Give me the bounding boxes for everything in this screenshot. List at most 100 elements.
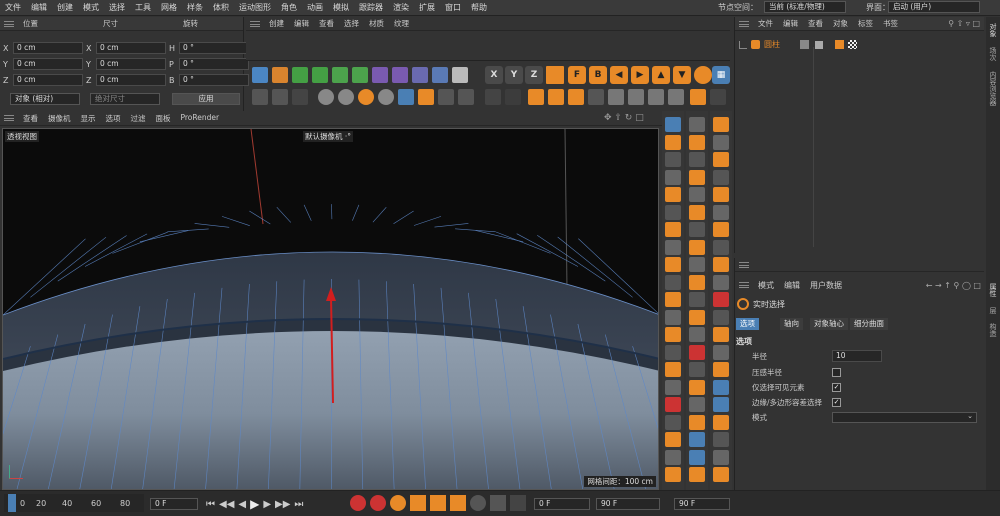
tool-button-icon[interactable] (665, 152, 681, 167)
tool-button-icon[interactable] (713, 169, 729, 185)
viewport-menu-item-1[interactable]: 摄像机 (43, 113, 76, 124)
objects-menu-item-0[interactable]: 文件 (753, 18, 778, 29)
texture-mode-icon[interactable] (358, 89, 374, 105)
grid-snap-icon[interactable]: ▦ (712, 66, 730, 84)
axis-x-button[interactable]: X (485, 66, 503, 84)
pressure-checkbox[interactable] (832, 367, 841, 377)
tool-button-icon[interactable] (713, 187, 729, 202)
snap-f-button[interactable]: F (568, 66, 586, 84)
layout-select[interactable]: 启动 (用户) (888, 1, 980, 13)
menu-item-9[interactable]: 运动图形 (234, 2, 276, 13)
arrow-down-icon[interactable]: ▼ (673, 66, 691, 84)
menu-item-3[interactable]: 模式 (78, 2, 104, 13)
tool-button-icon[interactable] (665, 362, 681, 377)
menu-item-5[interactable]: 工具 (130, 2, 156, 13)
objects-menu-item-2[interactable]: 查看 (803, 18, 828, 29)
tool-button-icon[interactable] (665, 239, 681, 255)
panel-grip-icon[interactable] (739, 282, 749, 288)
array-icon[interactable] (332, 67, 348, 83)
goto-start-icon[interactable]: ⏮ (206, 499, 215, 510)
tab-object-axis[interactable]: 对象轴心 (810, 318, 848, 330)
position-x-field[interactable]: 0 cm (13, 42, 83, 54)
attribute-nav-icons[interactable]: ← → ↑ ⚲ ◯ □ (926, 281, 981, 290)
goto-end-icon[interactable]: ⏭ (294, 499, 303, 510)
tool-button-icon[interactable] (689, 327, 705, 342)
tool-button-icon[interactable] (665, 257, 681, 272)
cloner-icon[interactable] (352, 67, 368, 83)
tool-button-icon[interactable] (665, 292, 681, 307)
rotate-icon[interactable] (568, 89, 584, 105)
tool-button-icon[interactable] (689, 152, 705, 167)
menu-item-8[interactable]: 体积 (208, 2, 234, 13)
tool-button-icon[interactable] (665, 414, 681, 430)
check-icon[interactable] (815, 40, 823, 49)
pen-icon[interactable] (272, 67, 288, 83)
tool-button-icon[interactable] (689, 117, 705, 132)
viewport-menu-item-6[interactable]: ProRender (176, 113, 225, 124)
menu-item-13[interactable]: 跟踪器 (354, 2, 388, 13)
tab-structure[interactable]: 构造 (988, 323, 998, 337)
sphere-snap-icon[interactable] (694, 66, 712, 84)
material-menu-item-2[interactable]: 查看 (314, 18, 339, 29)
menu-item-2[interactable]: 创建 (52, 2, 78, 13)
object-name[interactable]: 圆柱 (764, 39, 780, 50)
tool-button-icon[interactable] (665, 432, 681, 447)
viewport[interactable]: 透视视图 默认摄像机 ·° 网格间距：100 cm (2, 128, 659, 490)
key-move-icon[interactable] (410, 495, 426, 511)
tool-button-icon[interactable] (665, 169, 681, 185)
viewport-menu-item-4[interactable]: 过滤 (126, 113, 151, 124)
tab-layers[interactable]: 层 (988, 307, 998, 314)
material-menu-item-0[interactable]: 创建 (264, 18, 289, 29)
tool-button-icon[interactable] (665, 467, 681, 482)
axis-y-button[interactable]: Y (505, 66, 523, 84)
render-settings-icon[interactable] (292, 89, 308, 105)
tool-button-icon[interactable] (713, 379, 729, 395)
camera-icon[interactable] (432, 67, 448, 83)
tool-button-icon[interactable] (689, 362, 705, 377)
tool-button-icon[interactable] (665, 379, 681, 395)
menu-item-0[interactable]: 文件 (0, 2, 26, 13)
tab-attributes[interactable]: 属性 (988, 283, 998, 297)
coordinate-mode-select[interactable]: 对象 (相对) (10, 93, 80, 105)
menu-item-15[interactable]: 扩展 (414, 2, 440, 13)
panel-grip-icon[interactable] (250, 20, 260, 27)
tool-button-icon[interactable] (689, 292, 705, 307)
node-space-select[interactable]: 当前 (标准/物理) (764, 1, 846, 13)
key-point-icon[interactable] (490, 495, 506, 511)
current-frame-field[interactable]: 0 F (150, 498, 198, 510)
tool-button-icon[interactable] (689, 222, 705, 237)
radius-field[interactable]: 10 (832, 350, 882, 362)
tool-button-icon[interactable] (665, 204, 681, 220)
tool-button-icon[interactable] (665, 449, 681, 465)
tool-button-icon[interactable] (665, 274, 681, 290)
rotation-h-field[interactable]: 0 ° (179, 42, 249, 54)
tab-takes[interactable]: 场次 (988, 47, 998, 61)
tab-axis[interactable]: 轴向 (780, 318, 803, 330)
tool-button-icon[interactable] (689, 414, 705, 430)
tab-objects[interactable]: 对象 (988, 23, 998, 37)
rotation-b-field[interactable]: 0 ° (179, 74, 249, 86)
view-cube-3-icon[interactable] (648, 89, 664, 105)
menu-item-11[interactable]: 动画 (302, 2, 328, 13)
apply-button[interactable]: 应用 (172, 93, 240, 105)
tool-button-icon[interactable] (689, 309, 705, 325)
next-key-icon[interactable]: ▶▶ (275, 499, 290, 510)
tool-button-icon[interactable] (665, 344, 681, 360)
objects-menu-item-3[interactable]: 对象 (828, 18, 853, 29)
viewport-menu-item-5[interactable]: 面板 (151, 113, 176, 124)
tool-button-icon[interactable] (689, 432, 705, 447)
edge-mode-icon[interactable] (418, 89, 434, 105)
snap-b-button[interactable]: B (589, 66, 607, 84)
rotation-p-field[interactable]: 0 ° (179, 58, 249, 70)
tool-button-icon[interactable] (689, 187, 705, 202)
tool-button-icon[interactable] (713, 134, 729, 150)
menu-item-17[interactable]: 帮助 (466, 2, 492, 13)
tool-button-icon[interactable] (689, 379, 705, 395)
corner-icon[interactable] (710, 89, 726, 105)
size-z-field[interactable]: 0 cm (96, 74, 166, 86)
objects-menu-item-1[interactable]: 编辑 (778, 18, 803, 29)
tab-options[interactable]: 选项 (736, 318, 759, 330)
panel-grip-icon[interactable] (4, 115, 14, 121)
tool-button-icon[interactable] (713, 257, 729, 272)
panel-grip-icon[interactable] (739, 261, 749, 268)
